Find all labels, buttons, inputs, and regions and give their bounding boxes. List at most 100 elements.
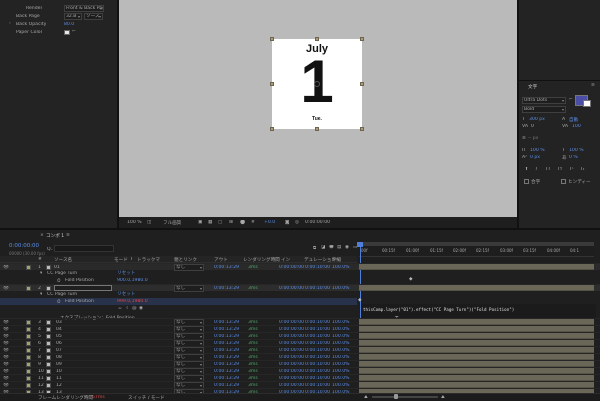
tsume-value[interactable]: 0 % (569, 155, 578, 160)
expression-text[interactable]: thisComp.layer("01").effect("CC Page Tur… (363, 307, 514, 312)
keyframe-marker-2[interactable]: ◆ (358, 298, 362, 303)
composition-tab[interactable]: コンポ 1 (46, 233, 64, 239)
faux-style-superscript[interactable]: T¹ (569, 167, 574, 172)
back-opacity-value[interactable]: 80.0 (64, 22, 74, 27)
effect-name[interactable]: CC Page Turn (47, 271, 77, 276)
current-timecode[interactable]: 0:00:00:00 (9, 243, 39, 249)
stopwatch-icon[interactable]: ⏱ (57, 299, 61, 305)
hindi-digits-checkbox[interactable] (561, 179, 566, 184)
time-ruler[interactable]: 00f 00:15f 01:00f 01:15f 02:00f 02:15f 0… (359, 242, 594, 257)
handle-middle-left[interactable] (270, 82, 274, 86)
layer-row-10[interactable]: 👁 10 10 なし 0:00:13:29 3ms 0:00:00:00 0:0… (0, 367, 600, 375)
leading-value[interactable]: 自動 (569, 117, 578, 123)
fold-position-value[interactable]: 900.0,1980.0 (117, 278, 148, 283)
font-family-dropdown[interactable]: Ultra Dots (522, 97, 566, 104)
grid-icon[interactable]: # (251, 220, 255, 225)
chevron-right-icon[interactable]: › (9, 21, 11, 26)
render-dropdown[interactable]: Front & Back Page (64, 5, 104, 12)
layer-row-8[interactable]: 👁 8 08 なし 0:00:13:29 3ms 0:00:00:00 0:00… (0, 353, 600, 361)
stroke-color-swatch[interactable] (583, 100, 591, 107)
region-of-interest-icon[interactable]: ▣ (198, 220, 202, 225)
handle-top-left[interactable] (270, 37, 274, 41)
toggle-switches-modes[interactable]: スイッチ / モード (128, 395, 165, 401)
layer-row-5[interactable]: 👁 5 05 なし 0:00:13:29 3ms 0:00:00:00 0:00… (0, 332, 600, 340)
anchor-point-icon[interactable] (314, 81, 320, 87)
zoom-in-icon[interactable]: ⛰ (441, 394, 445, 400)
font-style-dropdown[interactable]: Bold (522, 106, 566, 113)
layer2-reset[interactable]: リセット (117, 291, 135, 297)
tab-menu-icon[interactable]: ≡ (66, 233, 70, 238)
layer-row-3[interactable]: 👁 3 03 なし 0:00:13:29 3ms 0:00:00:00 0:00… (0, 318, 600, 326)
enable-expression-icon[interactable]: = (118, 306, 122, 311)
effect-row-cc-page-turn[interactable]: ▾ CC Page Turn (0, 270, 357, 277)
layer-bar-2[interactable] (359, 285, 594, 291)
fold-position-row-2[interactable]: ⏱ Fold Position (0, 298, 357, 305)
ligature-checkbox[interactable] (524, 179, 529, 184)
horizontal-scale-value[interactable]: 100 % (569, 148, 584, 153)
tracking-value[interactable]: 100 (572, 124, 581, 129)
panel-menu-icon[interactable]: ≡ (591, 83, 595, 88)
channel-icon[interactable]: ⬤ (240, 220, 245, 225)
faux-style-subscript[interactable]: T₁ (580, 167, 585, 172)
zoom-out-icon[interactable]: ⛰ (364, 394, 368, 400)
close-tab-icon[interactable]: × (40, 233, 44, 238)
paper-color-swatch[interactable] (64, 30, 70, 35)
handle-bottom-right[interactable] (360, 127, 364, 131)
exposure-value[interactable]: +0.0 (264, 220, 275, 225)
keyframe-marker[interactable]: ◆ (409, 277, 413, 282)
handle-top-right[interactable] (360, 37, 364, 41)
expand-chevron-icon[interactable]: ▾ (40, 292, 42, 297)
layer-bar-1[interactable] (359, 264, 594, 270)
faux-style-bold[interactable]: T (525, 167, 528, 172)
font-size-value[interactable]: 300 px (529, 117, 545, 122)
comp-flowchart-icon[interactable]: ⧉ (313, 245, 316, 251)
expression-language-menu-icon[interactable]: ◉ (139, 306, 143, 311)
draft-3d-icon[interactable]: ◪ (321, 245, 325, 250)
back-page-source-dropdown[interactable]: ソース (84, 13, 103, 20)
shy-layers-icon[interactable]: ☻ (329, 245, 334, 250)
baseline-value[interactable]: 0 px (530, 155, 540, 160)
handle-middle-right[interactable] (360, 82, 364, 86)
search-field[interactable] (54, 245, 114, 252)
zoom-slider-thumb[interactable] (394, 394, 398, 399)
layer-row-9[interactable]: 👁 9 09 なし 0:00:13:29 3ms 0:00:00:00 0:00… (0, 360, 600, 368)
faux-style-allcaps[interactable]: TT (545, 167, 551, 172)
work-area-bar[interactable] (359, 242, 594, 246)
effect-name[interactable]: CC Page Turn (47, 292, 77, 297)
calendar-page[interactable]: July 1 Tue. (272, 39, 362, 129)
mask-visibility-icon[interactable]: ▢ (218, 220, 222, 225)
fold-position-value-2[interactable]: 999.0,1980.0 (117, 299, 148, 304)
layer-row-4[interactable]: 👁 4 04 なし 0:00:13:29 3ms 0:00:00:00 0:00… (0, 325, 600, 333)
transparency-grid-icon[interactable]: ▦ (208, 220, 212, 225)
motion-blur-icon[interactable]: ◉ (345, 245, 349, 250)
viewer-time-display[interactable]: 0:00:00:00 (305, 220, 330, 225)
expression-graph-icon[interactable]: ⌇ (126, 306, 128, 311)
resolution-dropdown[interactable]: フル画質 (163, 220, 181, 226)
zoom-slider[interactable] (372, 394, 438, 399)
snapshot-icon[interactable]: ◙ (285, 220, 289, 225)
frame-blending-icon[interactable]: ▤ (337, 245, 341, 250)
layer-row-7[interactable]: 👁 7 07 なし 0:00:13:29 3ms 0:00:00:00 0:00… (0, 346, 600, 354)
vertical-scale-value[interactable]: 100 % (530, 148, 545, 153)
expand-chevron-icon[interactable]: ▾ (40, 271, 42, 276)
handle-bottom-left[interactable] (270, 127, 274, 131)
back-page-layer-dropdown[interactable]: 32.B (64, 13, 82, 20)
view-options-icon[interactable]: ⊞ (229, 220, 233, 225)
handle-top-center[interactable] (315, 37, 319, 41)
show-snapshot-icon[interactable]: ◎ (295, 220, 299, 225)
magnification-icon[interactable]: ◫ (147, 220, 151, 225)
search-icon[interactable]: Q₋ (47, 247, 53, 252)
font-picker-icon[interactable]: ⌐ (569, 97, 573, 102)
layer-row-11[interactable]: 👁 11 11 なし 0:00:13:29 3ms 0:00:00:00 0:0… (0, 374, 600, 382)
eyedropper-icon[interactable]: ⌐ (72, 29, 76, 34)
playhead-handle[interactable] (357, 242, 363, 247)
composition-viewer[interactable]: July 1 Tue. (119, 0, 517, 217)
faux-style-italic[interactable]: T (535, 167, 538, 172)
zoom-dropdown[interactable]: 100 % (127, 220, 142, 225)
effect-row-cc-page-turn-2[interactable]: ▾ CC Page Turn (0, 291, 357, 298)
fold-position-row[interactable]: ⏱ Fold Position (0, 277, 357, 284)
layer-row-6[interactable]: 👁 6 06 なし 0:00:13:29 3ms 0:00:00:00 0:00… (0, 339, 600, 347)
handle-bottom-center[interactable] (315, 127, 319, 131)
layer-row-12[interactable]: 👁 12 12 なし 0:00:13:29 3ms 0:00:00:00 0:0… (0, 381, 600, 389)
pick-whip-icon[interactable]: @ (132, 306, 137, 311)
